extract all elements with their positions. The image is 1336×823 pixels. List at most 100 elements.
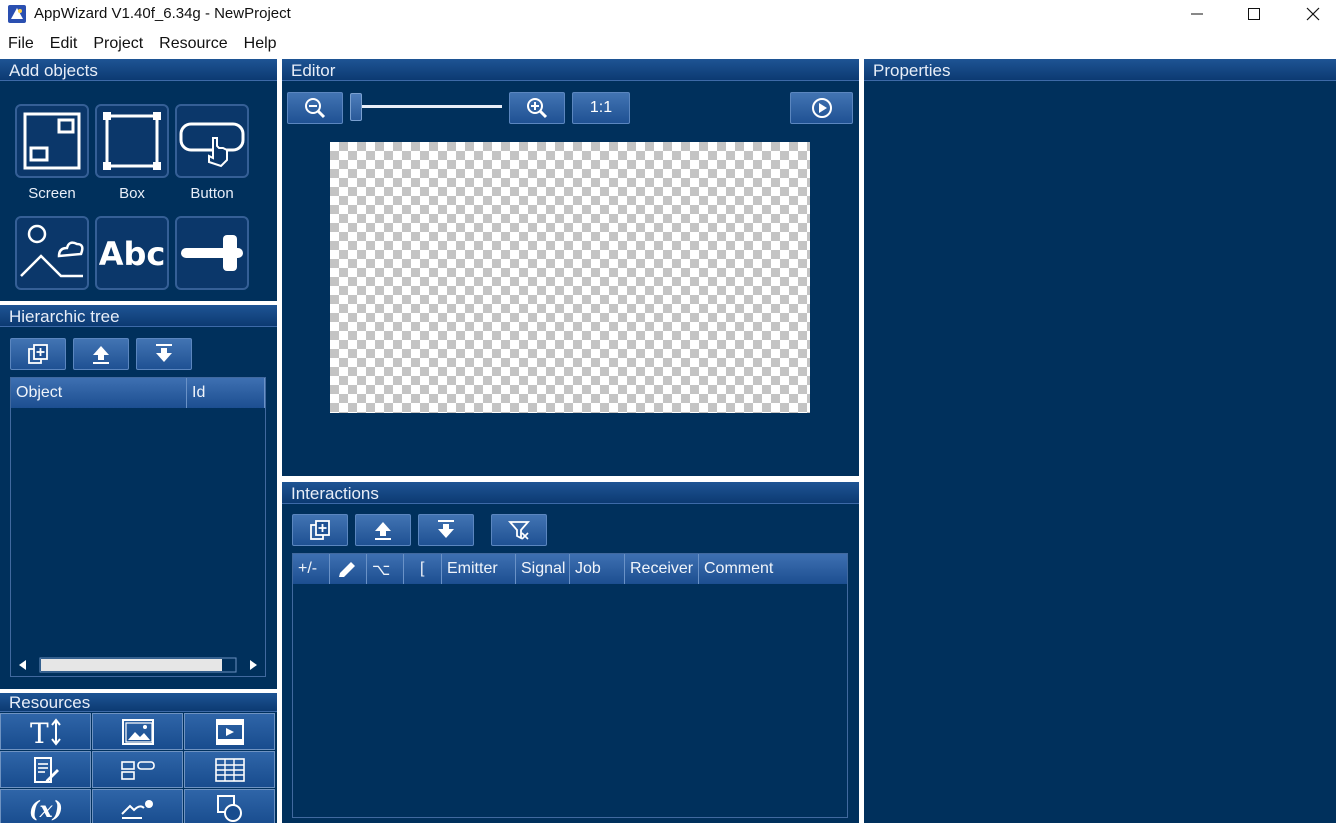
tree-horizontal-scrollbar[interactable] (13, 656, 263, 674)
menu-help[interactable]: Help (236, 30, 285, 57)
int-col-comment[interactable]: Comment (699, 554, 847, 584)
add-objects-header: Add objects (0, 59, 277, 81)
table-icon (214, 757, 245, 782)
move-up-icon (375, 522, 391, 540)
add-slider-button[interactable] (175, 216, 249, 290)
int-col-condition[interactable]: ⌥ (367, 554, 404, 584)
int-col-bracket[interactable]: [ (404, 554, 442, 584)
int-col-receiver[interactable]: Receiver (625, 554, 699, 584)
menu-bar: File Edit Project Resource Help (0, 30, 1336, 57)
resources-title: Resources (9, 693, 91, 712)
int-col-job[interactable]: Job (570, 554, 625, 584)
pencil-icon (339, 562, 355, 577)
text-icon: Abc (99, 235, 165, 273)
resources-panel: Resources T (x) (0, 693, 277, 823)
int-col-edit[interactable] (330, 554, 367, 584)
editor-canvas[interactable] (330, 142, 810, 413)
resource-shapes-button[interactable] (184, 789, 275, 823)
menu-edit[interactable]: Edit (42, 30, 86, 57)
resource-fonts-button[interactable]: T (0, 713, 91, 750)
move-down-icon (438, 520, 454, 538)
tree-col-object[interactable]: Object (11, 378, 187, 408)
resource-curves-button[interactable] (92, 789, 183, 823)
tree-move-up-button[interactable] (73, 338, 129, 370)
resource-variables-list-button[interactable] (92, 751, 183, 788)
zoom-slider-thumb[interactable] (350, 93, 362, 121)
scroll-left-icon (19, 660, 26, 670)
title-bar: AppWizard V1.40f_6.34g - NewProject (0, 0, 1336, 28)
interaction-filter-button[interactable] (491, 514, 547, 546)
svg-text:T: T (30, 717, 49, 747)
button-label: Button (190, 185, 234, 202)
int-col-emitter[interactable]: Emitter (442, 554, 516, 584)
close-icon (1306, 7, 1320, 21)
add-screen-button[interactable] (15, 104, 89, 178)
maximize-button[interactable] (1225, 0, 1283, 28)
resource-tables-button[interactable] (184, 751, 275, 788)
app-workspace: Add objects Screen Box Button Abc Hierar… (0, 57, 1336, 823)
zoom-in-icon (527, 98, 548, 119)
zoom-slider-track (354, 105, 502, 108)
tree-header: Hierarchic tree (0, 305, 277, 327)
variable-icon: (x) (29, 797, 63, 823)
add-text-button[interactable]: Abc (95, 216, 169, 290)
menu-resource[interactable]: Resource (151, 30, 235, 57)
minimize-button[interactable] (1168, 0, 1226, 28)
close-button[interactable] (1284, 0, 1336, 28)
properties-title: Properties (873, 61, 951, 80)
filter-icon (508, 521, 530, 540)
maximize-icon (1248, 8, 1260, 20)
tree-col-id[interactable]: Id (187, 378, 265, 408)
window-title: AppWizard V1.40f_6.34g - NewProject (34, 5, 291, 22)
variable-list-icon (120, 760, 155, 780)
interaction-add-button[interactable] (292, 514, 348, 546)
interaction-move-up-button[interactable] (355, 514, 411, 546)
tree-move-down-button[interactable] (136, 338, 192, 370)
tree-title: Hierarchic tree (9, 307, 120, 326)
copy-add-icon (310, 520, 330, 540)
play-icon (811, 98, 832, 118)
box-icon (103, 112, 161, 170)
add-objects-title: Add objects (9, 61, 98, 80)
image-icon (20, 224, 84, 278)
hierarchic-tree-panel: Hierarchic tree Object Id (0, 305, 277, 689)
add-image-button[interactable] (15, 216, 89, 290)
screen-label: Screen (28, 185, 76, 202)
variable-glyph: (x) (29, 797, 63, 823)
scrollbar-graphic (19, 657, 257, 673)
editor-header: Editor (282, 59, 859, 81)
interactions-table[interactable]: +/- ⌥ [ Emitter Signal Job Receiver Comm… (292, 553, 848, 818)
shape-icon (216, 794, 242, 822)
zoom-out-button[interactable] (287, 92, 343, 124)
editor-title: Editor (291, 61, 336, 80)
int-col-signal[interactable]: Signal (516, 554, 570, 584)
resources-header: Resources (0, 693, 277, 712)
resource-images-button[interactable] (92, 713, 183, 750)
menu-file[interactable]: File (0, 30, 42, 57)
play-simulation-button[interactable] (790, 92, 853, 124)
resource-movies-button[interactable] (184, 713, 275, 750)
properties-header: Properties (864, 59, 1336, 81)
add-box-button[interactable] (95, 104, 169, 178)
menu-project[interactable]: Project (85, 30, 151, 57)
zoom-reset-button[interactable]: 1:1 (572, 92, 630, 124)
tree-view[interactable]: Object Id (10, 377, 266, 677)
resource-texts-button[interactable] (0, 751, 91, 788)
scroll-right-icon (250, 660, 257, 670)
screen-icon (23, 112, 81, 170)
copy-add-icon (28, 344, 48, 364)
interactions-panel: Interactions +/- ⌥ [Emitter Signal Job … (282, 482, 859, 823)
interactions-title: Interactions (291, 484, 379, 503)
move-up-icon (93, 346, 109, 364)
interactions-header: Interactions (282, 482, 859, 504)
tree-add-button[interactable] (10, 338, 66, 370)
slider-icon (181, 235, 243, 271)
image-icon (121, 718, 154, 745)
resource-variables-button[interactable]: (x) (0, 789, 91, 823)
interaction-move-down-button[interactable] (418, 514, 474, 546)
font-icon: T (30, 717, 61, 747)
box-label: Box (119, 185, 145, 202)
add-button-button[interactable] (175, 104, 249, 178)
zoom-in-button[interactable] (509, 92, 565, 124)
int-col-add-remove[interactable]: +/- (293, 554, 330, 584)
